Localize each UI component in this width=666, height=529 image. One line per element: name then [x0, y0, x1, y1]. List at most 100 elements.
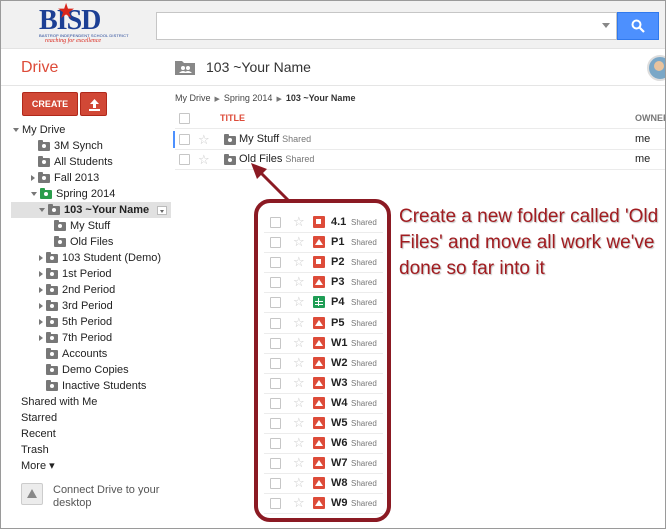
- file-name[interactable]: W8: [331, 477, 348, 489]
- row-checkbox[interactable]: [270, 257, 281, 269]
- search-button[interactable]: [617, 12, 659, 40]
- search-input[interactable]: [156, 12, 617, 40]
- list-item[interactable]: ☆ 4.1 Shared: [264, 213, 383, 233]
- sidebar-item[interactable]: My Drive: [1, 122, 65, 138]
- sidebar-link[interactable]: More ▾: [1, 458, 55, 474]
- sidebar-item[interactable]: Inactive Students: [1, 378, 146, 394]
- sidebar-item[interactable]: 3rd Period: [1, 298, 113, 314]
- list-item[interactable]: ☆ W5 Shared: [264, 414, 383, 434]
- row-checkbox[interactable]: [270, 478, 281, 490]
- sidebar-item[interactable]: Demo Copies: [1, 362, 129, 378]
- row-checkbox[interactable]: [270, 337, 281, 349]
- list-item[interactable]: ☆ W3 Shared: [264, 374, 383, 394]
- row-checkbox[interactable]: [179, 134, 190, 145]
- list-item[interactable]: ☆ W8 Shared: [264, 474, 383, 495]
- file-name[interactable]: W9: [331, 497, 348, 509]
- star-icon[interactable]: ☆: [293, 295, 305, 308]
- star-icon[interactable]: ☆: [293, 416, 305, 429]
- file-name[interactable]: W5: [331, 417, 348, 429]
- folder-menu-chevron-icon[interactable]: [157, 206, 167, 215]
- create-button[interactable]: CREATE: [22, 92, 78, 116]
- star-icon[interactable]: ☆: [293, 275, 305, 288]
- row-checkbox[interactable]: [270, 397, 281, 409]
- row-checkbox[interactable]: [270, 297, 281, 309]
- file-name[interactable]: P5: [331, 317, 344, 329]
- sidebar-item[interactable]: 1st Period: [1, 266, 112, 282]
- avatar[interactable]: [647, 55, 665, 81]
- sidebar-item[interactable]: Fall 2013: [1, 170, 99, 186]
- expand-arrow-icon[interactable]: [39, 287, 43, 294]
- list-item[interactable]: ☆ P4 Shared: [264, 293, 383, 314]
- star-icon[interactable]: ☆: [293, 235, 305, 248]
- list-item[interactable]: ☆ P5 Shared: [264, 314, 383, 334]
- file-name[interactable]: W1: [331, 337, 348, 349]
- list-item[interactable]: ☆ P2 Shared: [264, 253, 383, 274]
- star-icon[interactable]: ☆: [293, 456, 305, 469]
- collapse-arrow-icon[interactable]: [13, 128, 19, 133]
- star-icon[interactable]: ☆: [293, 215, 305, 228]
- list-item[interactable]: ☆ W4 Shared: [264, 394, 383, 414]
- expand-arrow-icon[interactable]: [39, 319, 43, 326]
- file-name[interactable]: W3: [331, 377, 348, 389]
- row-checkbox[interactable]: [270, 357, 281, 369]
- star-icon[interactable]: ☆: [293, 336, 305, 349]
- expand-arrow-icon[interactable]: [39, 335, 43, 342]
- expand-arrow-icon[interactable]: [39, 271, 43, 278]
- sidebar-item[interactable]: Old Files: [1, 234, 113, 250]
- breadcrumb-parent[interactable]: Spring 2014: [224, 93, 273, 103]
- table-row[interactable]: ☆ My Stuff Shared me: [173, 130, 665, 150]
- list-item[interactable]: ☆ W7 Shared: [264, 454, 383, 475]
- file-name[interactable]: W4: [331, 397, 348, 409]
- breadcrumb-root[interactable]: My Drive: [175, 93, 211, 103]
- star-icon[interactable]: ☆: [293, 356, 305, 369]
- collapse-arrow-icon[interactable]: [39, 208, 45, 213]
- file-name[interactable]: W7: [331, 457, 348, 469]
- sidebar-item[interactable]: 103 ~Your Name: [11, 202, 171, 218]
- row-checkbox[interactable]: [270, 237, 281, 249]
- search-options-chevron-icon[interactable]: [602, 23, 610, 28]
- row-checkbox[interactable]: [270, 317, 281, 329]
- file-name[interactable]: P2: [331, 256, 344, 268]
- list-item[interactable]: ☆ W1 Shared: [264, 334, 383, 354]
- file-name[interactable]: W2: [331, 357, 348, 369]
- list-item[interactable]: ☆ P1 Shared: [264, 233, 383, 254]
- column-title[interactable]: TITLE: [220, 113, 245, 123]
- sidebar-item[interactable]: 7th Period: [1, 330, 112, 346]
- column-owner[interactable]: OWNER: [635, 113, 665, 123]
- row-checkbox[interactable]: [270, 217, 281, 228]
- sidebar-item[interactable]: 3M Synch: [1, 138, 103, 154]
- star-icon[interactable]: ☆: [293, 316, 305, 329]
- star-icon[interactable]: ☆: [293, 376, 305, 389]
- star-icon[interactable]: ☆: [293, 476, 305, 489]
- expand-arrow-icon[interactable]: [31, 175, 35, 182]
- star-icon[interactable]: ☆: [198, 153, 210, 166]
- sidebar-item[interactable]: 5th Period: [1, 314, 112, 330]
- sidebar-item[interactable]: 103 Student (Demo): [1, 250, 161, 266]
- sidebar-link[interactable]: Starred: [1, 410, 57, 426]
- upload-button[interactable]: [80, 92, 107, 116]
- district-logo[interactable]: BISD ★ BASTROP INDEPENDENT SCHOOL DISTRI…: [39, 1, 129, 47]
- list-item[interactable]: ☆ W2 Shared: [264, 354, 383, 374]
- row-checkbox[interactable]: [179, 154, 190, 165]
- expand-arrow-icon[interactable]: [39, 303, 43, 310]
- list-item[interactable]: ☆ W9 Shared: [264, 494, 383, 515]
- sidebar-item[interactable]: Accounts: [1, 346, 107, 362]
- file-name[interactable]: P4: [331, 296, 344, 308]
- sidebar-link[interactable]: Recent: [1, 426, 56, 442]
- sidebar-link[interactable]: Trash: [1, 442, 49, 458]
- star-icon[interactable]: ☆: [293, 396, 305, 409]
- list-item[interactable]: ☆ P3 Shared: [264, 273, 383, 294]
- star-icon[interactable]: ☆: [293, 496, 305, 509]
- row-checkbox[interactable]: [270, 377, 281, 389]
- row-checkbox[interactable]: [270, 438, 281, 450]
- sidebar-link[interactable]: Shared with Me: [1, 394, 97, 410]
- collapse-arrow-icon[interactable]: [31, 192, 37, 197]
- row-checkbox[interactable]: [270, 498, 281, 510]
- sidebar-item[interactable]: Spring 2014: [1, 186, 115, 202]
- select-all-checkbox[interactable]: [179, 113, 190, 124]
- star-icon[interactable]: ☆: [198, 133, 210, 146]
- row-checkbox[interactable]: [270, 418, 281, 429]
- sidebar-item[interactable]: All Students: [1, 154, 113, 170]
- row-checkbox[interactable]: [270, 277, 281, 289]
- file-name[interactable]: My Stuff Shared: [239, 133, 311, 145]
